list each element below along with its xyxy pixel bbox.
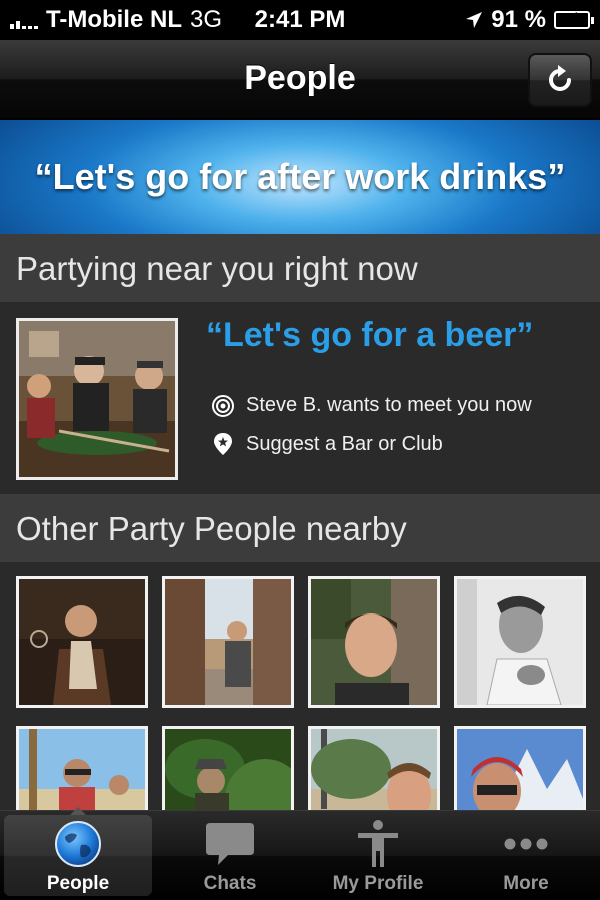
- section-header-partying: Partying near you right now: [0, 234, 600, 302]
- battery-icon: ⚡: [554, 9, 594, 29]
- tab-people[interactable]: People: [4, 807, 152, 896]
- main-content[interactable]: Partying near you right now “Let's go fo…: [0, 234, 600, 810]
- person-thumbnail[interactable]: [308, 576, 440, 708]
- tab-label: My Profile: [332, 873, 424, 894]
- carrier-name: T-Mobile NL: [46, 6, 182, 33]
- tab-label: Chats: [203, 873, 257, 894]
- tab-label: More: [503, 873, 549, 894]
- meet-now-row[interactable]: Steve B. wants to meet you now: [212, 394, 532, 417]
- globe-icon: [55, 821, 101, 867]
- location-arrow-icon: [466, 12, 483, 28]
- suggest-bar-row[interactable]: Suggest a Bar or Club: [212, 432, 443, 456]
- suggest-bar-text: Suggest a Bar or Club: [246, 432, 443, 455]
- person-thumbnail[interactable]: [16, 576, 148, 708]
- refresh-icon: [549, 65, 571, 91]
- banner-quote: “Let's go for after work drinks”: [34, 156, 566, 197]
- page-title: People: [244, 59, 356, 97]
- tab-label: People: [46, 873, 110, 894]
- speech-bubble-icon: [206, 823, 254, 865]
- status-banner[interactable]: “Let's go for after work drinks”: [0, 120, 600, 234]
- people-grid: [0, 562, 600, 810]
- meet-now-text: Steve B. wants to meet you now: [246, 394, 532, 416]
- featured-quote: “Let's go for a beer”: [206, 316, 534, 354]
- network-type: 3G: [189, 6, 222, 33]
- tab-my-profile[interactable]: My Profile: [304, 811, 452, 900]
- person-thumbnail[interactable]: [162, 576, 294, 708]
- person-thumbnail[interactable]: [454, 726, 586, 810]
- featured-person-photo[interactable]: [16, 318, 178, 480]
- tab-chats[interactable]: Chats: [156, 811, 304, 900]
- navigation-bar: People: [0, 40, 600, 120]
- featured-person-card[interactable]: “Let's go for a beer” Steve B. wants to …: [0, 302, 600, 494]
- battery-percent: 91 %: [491, 6, 546, 33]
- person-icon: [358, 820, 398, 867]
- more-dots-icon: [504, 838, 548, 850]
- map-pin-star-icon: [214, 433, 232, 455]
- person-thumbnail[interactable]: [454, 576, 586, 708]
- signal-strength-icon: [10, 11, 38, 29]
- target-icon: [212, 394, 234, 417]
- person-thumbnail[interactable]: [162, 726, 294, 810]
- tab-more[interactable]: More: [452, 811, 600, 900]
- status-bar: T-Mobile NL 3G 2:41 PM 91 % ⚡: [0, 0, 600, 40]
- person-thumbnail[interactable]: [16, 726, 148, 810]
- refresh-button[interactable]: [528, 53, 592, 107]
- person-thumbnail[interactable]: [308, 726, 440, 810]
- active-tab-indicator: [70, 807, 86, 815]
- section-header-others: Other Party People nearby: [0, 494, 600, 562]
- tab-bar: People Chats My Profile More: [0, 807, 600, 900]
